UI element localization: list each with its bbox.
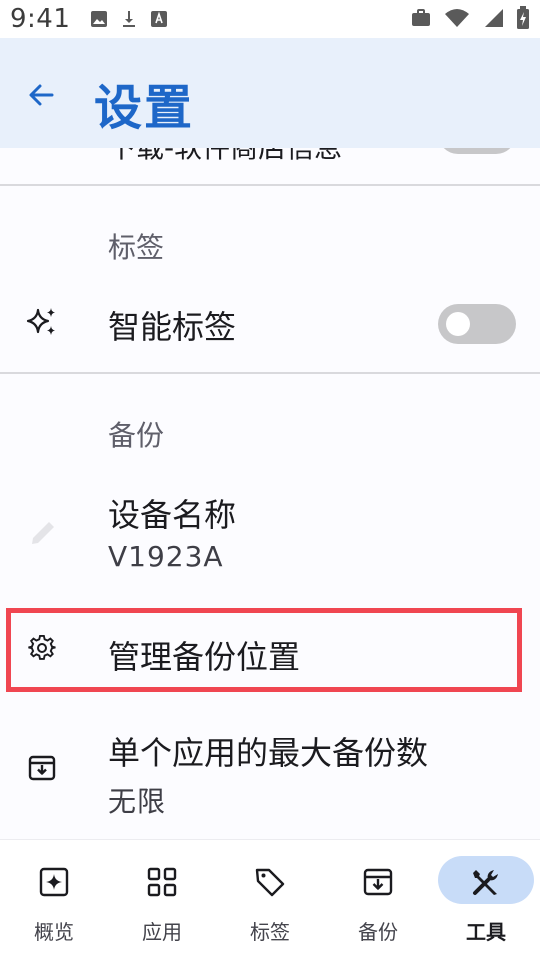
toggle-knob bbox=[446, 312, 470, 336]
nav-label: 概览 bbox=[34, 920, 74, 944]
nav-label: 备份 bbox=[358, 920, 398, 944]
settings-row-device-name[interactable]: 设备名称 V1923A bbox=[0, 478, 540, 588]
settings-row-max-backups[interactable]: 单个应用的最大备份数 无限 bbox=[0, 718, 540, 828]
download-notification-icon bbox=[123, 11, 136, 27]
status-time: 9:41 bbox=[10, 4, 71, 34]
row-title: 单个应用的最大备份数 bbox=[108, 734, 429, 772]
settings-row-manage-backup-location[interactable]: 管理备份位置 bbox=[0, 610, 540, 690]
app-header: 设置 bbox=[0, 38, 540, 148]
signal-icon bbox=[485, 9, 503, 27]
nav-item-backup[interactable]: 备份 bbox=[324, 840, 432, 960]
smart-tags-toggle[interactable] bbox=[438, 304, 516, 344]
a-notification-icon bbox=[151, 11, 168, 27]
battery-icon bbox=[517, 6, 529, 29]
divider bbox=[0, 372, 540, 374]
nav-item-apps[interactable]: 应用 bbox=[108, 840, 216, 960]
status-system-icons bbox=[410, 6, 530, 30]
divider bbox=[0, 184, 540, 186]
settings-row-cut-off[interactable]: 下载-软件商店信息 bbox=[0, 148, 540, 166]
settings-list[interactable]: 下载-软件商店信息 标签 智能标签 备份 设备名称 V1923A bbox=[0, 148, 540, 840]
page-title: 设置 bbox=[94, 80, 195, 136]
gear-icon bbox=[28, 634, 56, 660]
bottom-navigation: 概览 应用 标签 备份 工具 bbox=[0, 840, 540, 960]
pencil-icon bbox=[32, 522, 54, 544]
arrow-left-icon[interactable] bbox=[26, 80, 56, 110]
settings-row-smart-tags[interactable]: 智能标签 bbox=[0, 278, 540, 368]
sparkle-icon bbox=[26, 308, 55, 335]
archive-icon bbox=[363, 868, 393, 896]
image-notification-icon bbox=[91, 11, 108, 27]
status-bar: 9:41 bbox=[0, 0, 540, 38]
row-title: 设备名称 bbox=[108, 496, 237, 534]
nav-label: 工具 bbox=[466, 920, 506, 944]
tools-icon bbox=[473, 870, 498, 895]
row-title: 下载-软件商店信息 bbox=[108, 148, 342, 166]
status-notification-icons bbox=[90, 10, 168, 28]
nav-item-tags[interactable]: 标签 bbox=[216, 840, 324, 960]
nav-label: 应用 bbox=[142, 920, 182, 944]
row-title: 管理备份位置 bbox=[108, 638, 301, 676]
apps-grid-icon bbox=[147, 867, 177, 897]
row-title: 智能标签 bbox=[108, 308, 237, 346]
max-backups-value: 无限 bbox=[108, 785, 167, 818]
section-label-tags: 标签 bbox=[108, 231, 165, 264]
overview-icon bbox=[39, 867, 69, 897]
nav-item-overview[interactable]: 概览 bbox=[0, 840, 108, 960]
tag-icon bbox=[255, 868, 285, 897]
section-label-backup: 备份 bbox=[108, 419, 165, 452]
briefcase-icon bbox=[412, 9, 430, 26]
nav-item-tools[interactable]: 工具 bbox=[432, 840, 540, 960]
toggle-switch-partial[interactable] bbox=[438, 148, 516, 154]
nav-label: 标签 bbox=[250, 920, 290, 944]
wifi-icon bbox=[445, 9, 469, 27]
device-name-value: V1923A bbox=[108, 540, 224, 573]
archive-download-icon bbox=[28, 755, 56, 781]
